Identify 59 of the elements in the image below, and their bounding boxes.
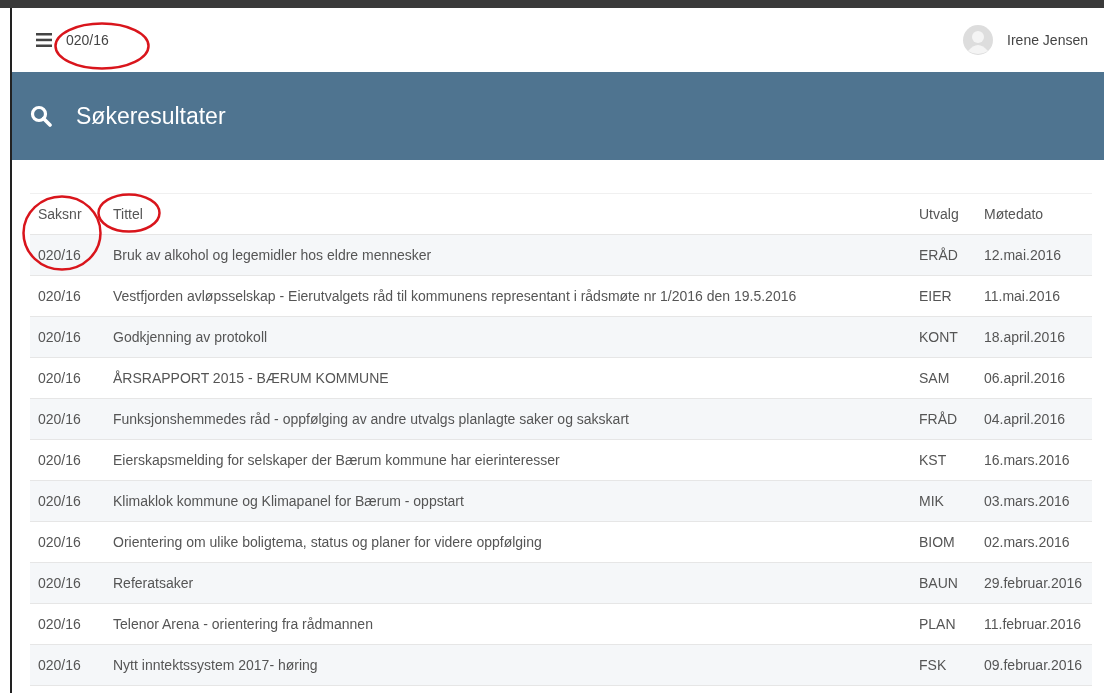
- table-cell-text: 11.februar.2016: [983, 616, 1083, 632]
- table-cell-text: 09.februar.2016: [983, 657, 1084, 673]
- table-cell-text: Referatsaker: [112, 575, 195, 591]
- user-name[interactable]: Irene Jensen: [1007, 32, 1088, 48]
- table-cell-text: 020/16: [37, 657, 82, 673]
- table-cell-text: FRÅD: [918, 411, 959, 427]
- table-row[interactable]: 020/16 Bruk av alkohol og legemidler hos eldre mennesker ERÅD 12.mai.2016: [30, 235, 1092, 276]
- table-cell-text: MIK: [918, 493, 945, 509]
- table-cell-text: SAM: [918, 370, 951, 386]
- table-row[interactable]: 020/16 Referatsaker BAUN 29.februar.2016: [30, 563, 1092, 604]
- table-cell-text: 03.mars.2016: [983, 493, 1071, 509]
- table-cell-text: 12.mai.2016: [983, 247, 1063, 263]
- table-cell-text: 16.mars.2016: [983, 452, 1071, 468]
- table-cell-text: 06.april.2016: [983, 370, 1066, 386]
- table-cell-text: FSK: [918, 657, 948, 673]
- table-cell-text: Nytt inntektssystem 2017- høring: [112, 657, 319, 673]
- table-cell-text: Klimaklok kommune og Klimapanel for Bærum - oppstart: [112, 493, 465, 509]
- table-row[interactable]: 020/16 Godkjenning av protokoll KONT 18.april.2016: [30, 317, 1092, 358]
- table-cell-text: 020/16: [37, 616, 82, 632]
- table-cell-text: Funksjonshemmedes råd - oppfølging av andre utvalgs planlagte saker og sakskart: [112, 411, 630, 427]
- table-cell-text: 04.april.2016: [983, 411, 1066, 427]
- table-row[interactable]: 020/16 Klimaklok kommune og Klimapanel for Bærum - oppstart MIK 03.mars.2016: [30, 481, 1092, 522]
- table-cell-text: BAUN: [918, 575, 959, 591]
- search-icon: [30, 105, 52, 127]
- table-cell-text: Bruk av alkohol og legemidler hos eldre mennesker: [112, 247, 433, 263]
- table-cell-text: 29.februar.2016: [983, 575, 1084, 591]
- table-cell-text: Telenor Arena - orientering fra rådmannen: [112, 616, 374, 632]
- table-cell-text: 020/16: [37, 411, 82, 427]
- table-cell-text: 020/16: [37, 575, 82, 591]
- table-cell-text: Vestfjorden avløpsselskap - Eierutvalgets råd til kommunens representant i rådsmøte nr 1/2016 den 19.5.2016: [112, 288, 798, 304]
- column-header: Saksnr: [37, 206, 83, 222]
- table-cell-text: EIER: [918, 288, 953, 304]
- table-cell-text: 020/16: [37, 370, 82, 386]
- table-cell-text: 18.april.2016: [983, 329, 1066, 345]
- column-header: Møtedato: [983, 206, 1045, 222]
- table-cell-text: ERÅD: [918, 247, 959, 263]
- table-cell-text: Eierskapsmelding for selskaper der Bærum kommune har eierinteresser: [112, 452, 561, 468]
- table-cell-text: 02.mars.2016: [983, 534, 1071, 550]
- table-cell-text: KONT: [918, 329, 959, 345]
- table-row[interactable]: 020/16 Nytt inntektssystem 2017- høring FSK 09.februar.2016: [30, 645, 1092, 686]
- table-cell-text: 020/16: [37, 329, 82, 345]
- column-header: Tittel: [112, 206, 144, 222]
- table-cell-text: 020/16: [37, 493, 82, 509]
- table-row[interactable]: 020/16 Funksjonshemmedes råd - oppfølging av andre utvalgs planlagte saker og sakskart FRÅD 04.april.2016: [30, 399, 1092, 440]
- table-cell-text: Orientering om ulike boligtema, status og planer for videre oppfølging: [112, 534, 543, 550]
- table-cell-text: 11.mai.2016: [983, 288, 1061, 304]
- table-cell-text: KST: [918, 452, 948, 468]
- table-cell-text: 020/16: [37, 452, 82, 468]
- table-cell-text: PLAN: [918, 616, 957, 632]
- table-cell-text: BIOM: [918, 534, 956, 550]
- table-cell-text: 020/16: [37, 247, 82, 263]
- case-number: 020/16: [66, 32, 110, 48]
- page-title: Søkeresultater: [76, 102, 226, 130]
- menu-icon[interactable]: [36, 33, 52, 47]
- table-cell-text: Godkjenning av protokoll: [112, 329, 269, 345]
- table-cell-text: ÅRSRAPPORT 2015 - BÆRUM KOMMUNE: [112, 370, 390, 386]
- table-cell-text: 020/16: [37, 534, 82, 550]
- table-cell-text: 020/16: [37, 288, 82, 304]
- column-header: Utvalg: [918, 206, 960, 222]
